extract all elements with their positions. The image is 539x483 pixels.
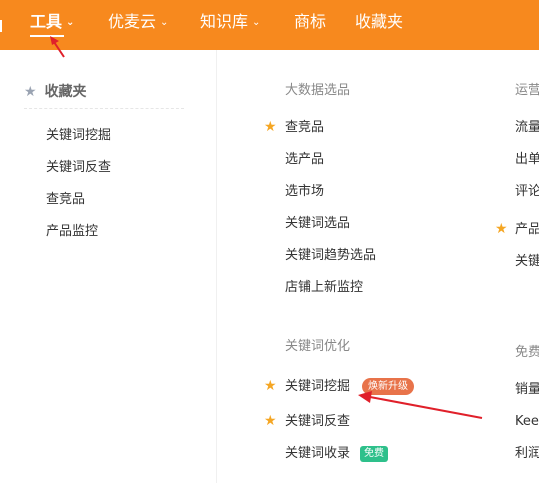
right-menu-item-label: 流量	[515, 120, 539, 135]
favorite-item[interactable]: 查竞品	[46, 191, 85, 209]
nav-edge-fragment	[0, 20, 2, 32]
right-menu-item[interactable]: 利润	[515, 445, 539, 463]
favorites-divider	[24, 108, 184, 109]
right-menu-item-label: 产品	[515, 222, 539, 237]
upgrade-badge: 焕新升级	[362, 378, 414, 395]
menu-item-keyword-index[interactable]: 关键词收录	[285, 445, 350, 463]
favorite-item[interactable]: 关键词反查	[46, 159, 111, 177]
right-menu-item-label: 评论	[515, 184, 539, 199]
menu-item-keyword-trend[interactable]: 关键词趋势选品	[285, 247, 376, 265]
right-menu-item-label: 利润	[515, 446, 539, 461]
right-menu-item[interactable]: 销量	[515, 381, 539, 399]
menu-item-keyword-reverse[interactable]: 关键词反查	[285, 413, 350, 431]
top-nav-bar: 工具 ⌄ 优麦云 ⌄ 知识库 ⌄ 商标 收藏夹	[0, 0, 539, 50]
nav-trademark-label: 商标	[294, 12, 327, 31]
menu-item-keyword-selection[interactable]: 关键词选品	[285, 215, 350, 233]
favorite-item[interactable]: 关键词挖掘	[46, 127, 111, 145]
menu-item-store-monitor[interactable]: 店铺上新监控	[285, 279, 363, 297]
favorite-item[interactable]: 产品监控	[46, 223, 98, 241]
right-menu-item[interactable]: 评论	[515, 183, 539, 201]
star-icon: ★	[24, 84, 37, 100]
section-title-free-text: 免费	[515, 345, 539, 360]
arrow-to-keyword-mining-icon	[358, 391, 483, 419]
right-menu-item[interactable]: 关键	[515, 253, 539, 271]
right-menu-item[interactable]: 产品	[515, 221, 539, 239]
nav-youmaiyun[interactable]: 优麦云 ⌄	[108, 11, 168, 33]
free-badge: 免费	[360, 446, 388, 462]
star-icon[interactable]: ★	[264, 118, 277, 136]
right-menu-item-label: 出单	[515, 152, 539, 167]
section-title-free: 免费	[515, 344, 539, 362]
nav-tools-label: 工具	[30, 12, 63, 31]
favorites-title: 收藏夹	[44, 84, 87, 100]
star-icon[interactable]: ★	[495, 220, 508, 238]
section-title-operations: 运营	[515, 82, 539, 100]
nav-tools[interactable]: 工具 ⌄	[30, 11, 74, 33]
right-menu-item-label: 销量	[515, 382, 539, 397]
section-title-operations-text: 运营	[515, 83, 539, 98]
nav-active-underline	[30, 35, 64, 37]
chevron-down-icon: ⌄	[160, 17, 169, 28]
right-menu-item[interactable]: 出单	[515, 151, 539, 169]
menu-item-keyword-mining[interactable]: 关键词挖掘	[285, 378, 350, 396]
nav-youmaiyun-label: 优麦云	[108, 12, 157, 31]
menu-item-select-market[interactable]: 选市场	[285, 183, 324, 201]
nav-favorites-label: 收藏夹	[355, 12, 404, 31]
nav-knowledge-label: 知识库	[200, 12, 249, 31]
nav-knowledge[interactable]: 知识库 ⌄	[200, 11, 260, 33]
section-title-big-data: 大数据选品	[285, 83, 351, 98]
favorites-panel: ★ 收藏夹 关键词挖掘 关键词反查 查竞品 产品监控	[0, 50, 217, 483]
menu-item-competitor[interactable]: 查竞品	[285, 119, 324, 137]
star-icon[interactable]: ★	[264, 412, 277, 430]
right-menu-item[interactable]: Kee	[515, 413, 539, 431]
nav-trademark[interactable]: 商标	[294, 11, 326, 33]
right-menu-item-label: Kee	[515, 414, 539, 429]
chevron-down-icon: ⌄	[66, 17, 75, 28]
chevron-down-icon: ⌄	[252, 17, 261, 28]
right-menu-item[interactable]: 流量	[515, 119, 539, 137]
right-menu-item-label: 关键	[515, 254, 539, 269]
menu-item-select-product[interactable]: 选产品	[285, 151, 324, 169]
section-title-keyword-opt: 关键词优化	[285, 339, 351, 354]
nav-favorites[interactable]: 收藏夹	[355, 11, 403, 33]
favorites-header: ★ 收藏夹	[24, 82, 87, 102]
star-icon[interactable]: ★	[264, 377, 277, 395]
